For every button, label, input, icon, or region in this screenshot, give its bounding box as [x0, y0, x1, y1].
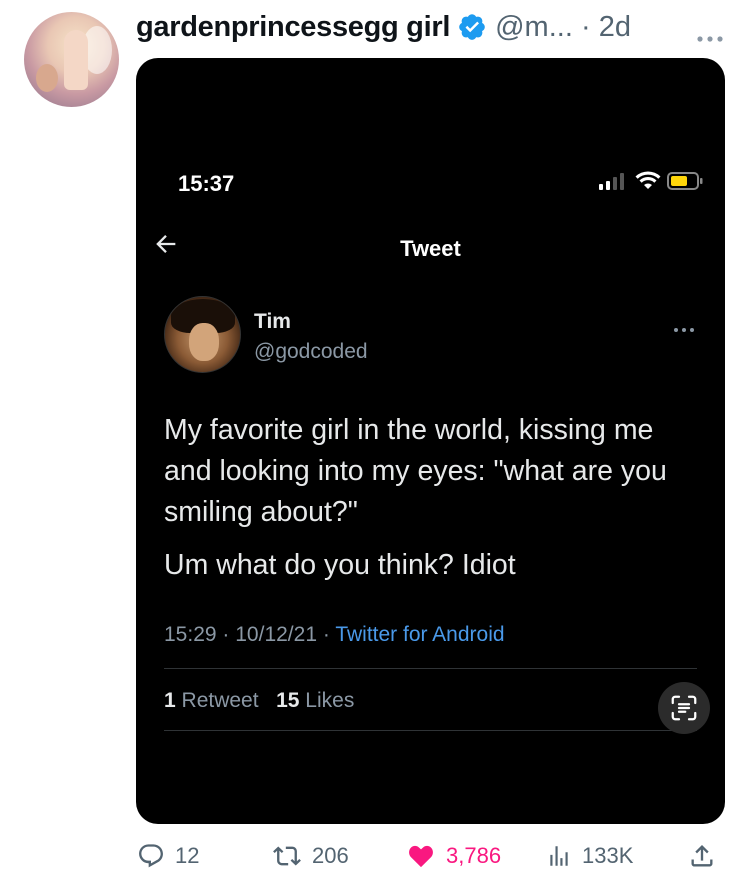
tweet-meta: 15:29 · 10/12/21 · Twitter for Android	[164, 623, 505, 646]
tweet-paragraph: Um what do you think? Idiot	[164, 549, 516, 581]
battery-icon	[667, 172, 703, 190]
views-bar-chart-icon	[550, 846, 568, 866]
media-screenshot[interactable]: 15:37 Tweet Tim @godcoded My favorite gi…	[136, 58, 725, 824]
views-button[interactable]: 133K	[546, 842, 633, 870]
screen-title: Tweet	[400, 236, 461, 261]
tweet-body: My favorite girl in the world, kissing m…	[164, 410, 684, 586]
more-horizontal-icon[interactable]	[696, 30, 724, 48]
tweet-more-icon	[673, 320, 695, 338]
divider	[164, 668, 697, 669]
post-header: gardenprincessegg girl @m... · 2d	[136, 11, 736, 44]
tweet-paragraph: My favorite girl in the world, kissing m…	[164, 414, 667, 528]
tweet-time: 15:29	[164, 623, 217, 646]
like-label: Likes	[305, 689, 355, 712]
tweet-author-avatar	[164, 296, 241, 373]
repost-icon	[273, 846, 301, 866]
tweet-stats: 1 Retweet 15 Likes	[164, 689, 354, 713]
tweet-date: 10/12/21	[235, 623, 317, 646]
author-display-name[interactable]: gardenprincessegg girl	[136, 11, 450, 44]
like-count: 15	[276, 689, 300, 712]
heart-filled-icon	[409, 845, 433, 868]
post-age: 2d	[598, 10, 631, 43]
reply-count: 12	[175, 843, 200, 868]
reply-button[interactable]: 12	[137, 842, 199, 870]
author-handle[interactable]: @m... · 2d	[495, 11, 631, 44]
signal-icon	[599, 173, 624, 190]
like-count: 3,786	[446, 843, 502, 868]
reply-icon	[139, 844, 163, 868]
divider	[164, 730, 697, 731]
status-bar-time: 15:37	[178, 171, 235, 196]
repost-button[interactable]: 206	[272, 842, 349, 870]
view-count: 133K	[582, 843, 634, 868]
retweet-count: 1	[164, 689, 176, 712]
text-scan-icon[interactable]	[658, 682, 710, 734]
status-bar-icons	[599, 171, 703, 191]
retweet-label: Retweet	[181, 689, 259, 712]
repost-count: 206	[312, 843, 349, 868]
tweet-author-name: Tim	[254, 310, 291, 333]
share-icon	[691, 845, 713, 867]
like-button[interactable]: 3,786	[406, 842, 501, 870]
tweet-author-handle: @godcoded	[254, 340, 368, 363]
share-button[interactable]	[688, 842, 716, 870]
action-bar: 12 206 3,786 133K	[0, 842, 750, 878]
tweet-source: Twitter for Android	[335, 623, 505, 646]
author-avatar[interactable]	[24, 12, 119, 107]
verified-badge-icon	[457, 12, 487, 42]
wifi-icon	[635, 171, 661, 189]
